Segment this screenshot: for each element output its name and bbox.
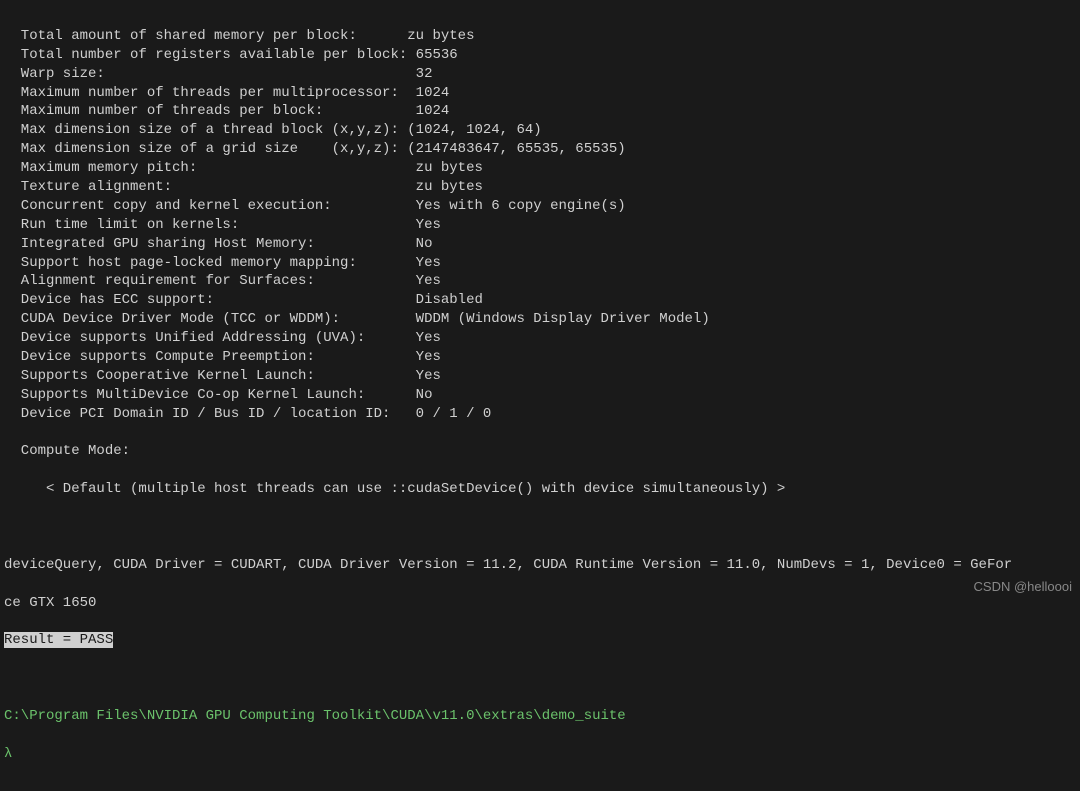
row-label: Max dimension size of a grid size (x,y,z… <box>4 141 407 157</box>
row-label: Device supports Compute Preemption: <box>4 349 416 365</box>
row-label: CUDA Device Driver Mode (TCC or WDDM): <box>4 311 416 327</box>
row-value: (2147483647, 65535, 65535) <box>407 141 625 157</box>
row-value: Yes <box>416 330 441 346</box>
output-row: Total number of registers available per … <box>4 46 1076 65</box>
row-label: Texture alignment: <box>4 179 416 195</box>
row-value: Yes <box>416 273 441 289</box>
row-label: Run time limit on kernels: <box>4 217 416 233</box>
row-label: Alignment requirement for Surfaces: <box>4 273 416 289</box>
output-row: Support host page-locked memory mapping:… <box>4 254 1076 273</box>
row-value: Disabled <box>416 292 483 308</box>
terminal-output[interactable]: Total amount of shared memory per block:… <box>0 0 1080 791</box>
row-label: Device supports Unified Addressing (UVA)… <box>4 330 416 346</box>
summary-line-1: deviceQuery, CUDA Driver = CUDART, CUDA … <box>4 556 1076 575</box>
output-row: Integrated GPU sharing Host Memory: No <box>4 235 1076 254</box>
row-value: 1024 <box>416 103 450 119</box>
row-label: Device has ECC support: <box>4 292 416 308</box>
row-value: Yes <box>416 217 441 233</box>
output-row: Maximum memory pitch: zu bytes <box>4 159 1076 178</box>
output-row: Device has ECC support: Disabled <box>4 291 1076 310</box>
output-row: CUDA Device Driver Mode (TCC or WDDM): W… <box>4 310 1076 329</box>
row-value: No <box>416 387 433 403</box>
output-row: Warp size: 32 <box>4 65 1076 84</box>
row-label: Integrated GPU sharing Host Memory: <box>4 236 416 252</box>
output-row: Max dimension size of a thread block (x,… <box>4 121 1076 140</box>
prompt-char[interactable]: λ <box>4 745 1076 764</box>
output-row: Supports Cooperative Kernel Launch: Yes <box>4 367 1076 386</box>
row-value: Yes with 6 copy engine(s) <box>416 198 626 214</box>
watermark: CSDN @helloooi <box>974 579 1072 594</box>
row-value: No <box>416 236 433 252</box>
result-line: Result = PASS <box>4 631 1076 650</box>
row-label: Total amount of shared memory per block: <box>4 28 407 44</box>
row-value: 32 <box>416 66 433 82</box>
result-text: Result = PASS <box>4 632 113 648</box>
row-label: Maximum number of threads per block: <box>4 103 416 119</box>
row-value: zu bytes <box>416 179 483 195</box>
output-row: Concurrent copy and kernel execution: Ye… <box>4 197 1076 216</box>
row-label: Total number of registers available per … <box>4 47 416 63</box>
row-label: Supports Cooperative Kernel Launch: <box>4 368 416 384</box>
output-row: Run time limit on kernels: Yes <box>4 216 1076 235</box>
row-value: (1024, 1024, 64) <box>407 122 541 138</box>
row-value: Yes <box>416 349 441 365</box>
output-row: Texture alignment: zu bytes <box>4 178 1076 197</box>
row-value: zu bytes <box>407 28 474 44</box>
output-row: Alignment requirement for Surfaces: Yes <box>4 272 1076 291</box>
row-label: Supports MultiDevice Co-op Kernel Launch… <box>4 387 416 403</box>
row-label: Support host page-locked memory mapping: <box>4 255 416 271</box>
output-row: Total amount of shared memory per block:… <box>4 27 1076 46</box>
row-value: Yes <box>416 368 441 384</box>
row-value: 1024 <box>416 85 450 101</box>
row-label: Maximum number of threads per multiproce… <box>4 85 416 101</box>
row-label: Device PCI Domain ID / Bus ID / location… <box>4 406 416 422</box>
compute-mode-desc: < Default (multiple host threads can use… <box>4 480 1076 499</box>
output-row: Max dimension size of a grid size (x,y,z… <box>4 140 1076 159</box>
row-value: Yes <box>416 255 441 271</box>
output-row: Maximum number of threads per multiproce… <box>4 84 1076 103</box>
row-label: Maximum memory pitch: <box>4 160 416 176</box>
summary-line-2: ce GTX 1650 <box>4 594 1076 613</box>
compute-mode-label: Compute Mode: <box>4 442 1076 461</box>
row-label: Max dimension size of a thread block (x,… <box>4 122 407 138</box>
output-row: Supports MultiDevice Co-op Kernel Launch… <box>4 386 1076 405</box>
blank-line <box>4 518 1076 537</box>
row-value: 65536 <box>416 47 458 63</box>
blank-line <box>4 669 1076 688</box>
output-row: Device supports Compute Preemption: Yes <box>4 348 1076 367</box>
row-value: zu bytes <box>416 160 483 176</box>
output-row: Maximum number of threads per block: 102… <box>4 102 1076 121</box>
row-label: Concurrent copy and kernel execution: <box>4 198 416 214</box>
output-row: Device PCI Domain ID / Bus ID / location… <box>4 405 1076 424</box>
row-value: 0 / 1 / 0 <box>416 406 492 422</box>
output-row: Device supports Unified Addressing (UVA)… <box>4 329 1076 348</box>
prompt-path: C:\Program Files\NVIDIA GPU Computing To… <box>4 707 1076 726</box>
row-value: WDDM (Windows Display Driver Model) <box>416 311 710 327</box>
row-label: Warp size: <box>4 66 416 82</box>
